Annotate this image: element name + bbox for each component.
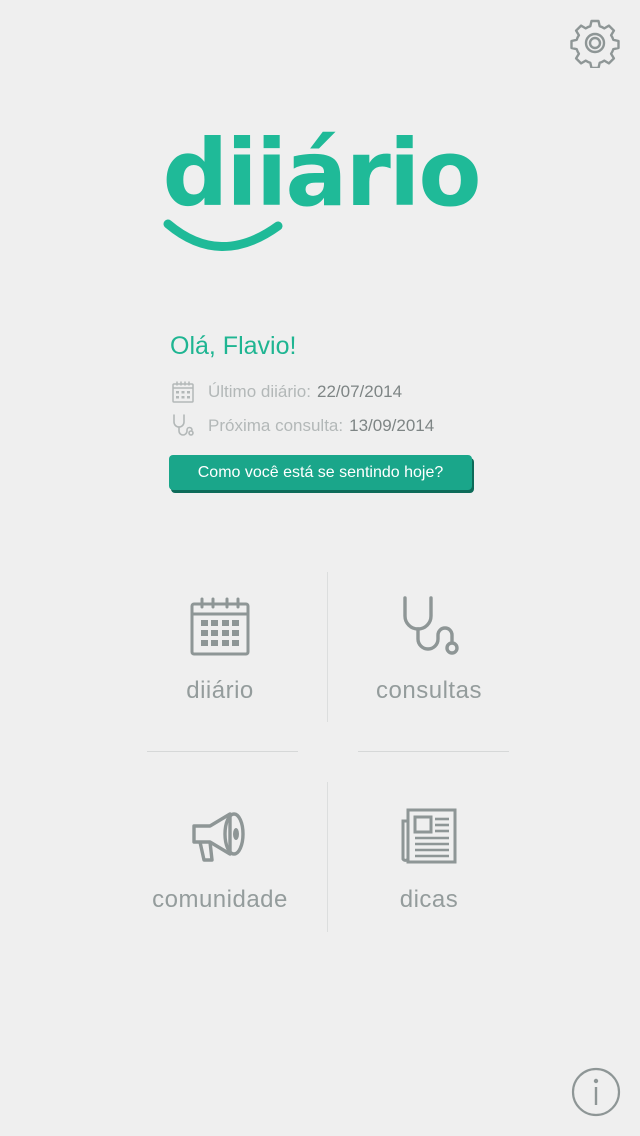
menu-item-label: comunidade	[152, 886, 288, 913]
divider	[147, 751, 298, 752]
last-diary-label: Último diiário:	[208, 382, 311, 401]
next-appointment-value: 13/09/2014	[349, 416, 435, 435]
menu-item-consultas[interactable]: consultas	[319, 587, 539, 747]
stethoscope-icon	[389, 587, 469, 667]
menu-item-dicas[interactable]: dicas	[319, 796, 539, 956]
menu-item-diario[interactable]: diiário	[110, 587, 330, 747]
newspaper-icon	[389, 796, 469, 876]
info-icon	[570, 1067, 622, 1122]
settings-button[interactable]	[568, 18, 622, 72]
how-are-you-feeling-button[interactable]: Como você está se sentindo hoje?	[169, 455, 472, 490]
calendar-icon	[170, 379, 196, 405]
info-button[interactable]	[570, 1066, 622, 1118]
menu-item-label: dicas	[399, 886, 459, 913]
next-appointment-label: Próxima consulta:	[208, 416, 344, 435]
last-diary-value: 22/07/2014	[316, 382, 403, 401]
menu-item-label: diiário	[186, 677, 254, 704]
menu-item-comunidade[interactable]: comunidade	[110, 796, 330, 956]
menu-item-label: consultas	[376, 677, 482, 704]
next-appointment-row: Próxima consulta: 13/09/2014	[170, 413, 434, 439]
stethoscope-icon	[170, 413, 196, 439]
divider	[358, 751, 509, 752]
megaphone-icon	[180, 796, 260, 876]
gear-icon	[570, 18, 620, 72]
last-diary-row: Último diiário: 22/07/2014	[170, 379, 402, 405]
calendar-icon	[180, 587, 260, 667]
smile-icon	[163, 219, 283, 251]
greeting-title: Olá, Flavio!	[170, 332, 297, 360]
app-logo: diiário	[160, 128, 482, 258]
